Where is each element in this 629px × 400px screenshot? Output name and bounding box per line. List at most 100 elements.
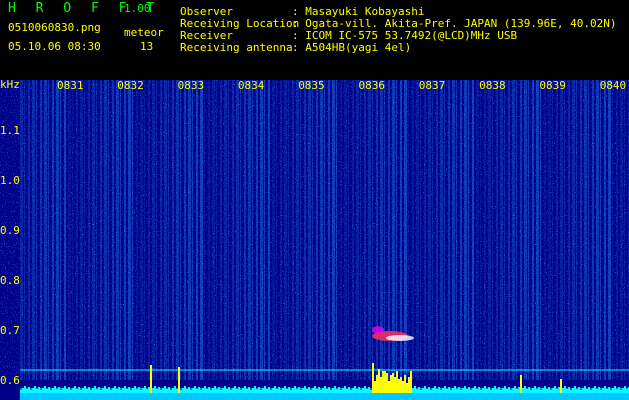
level-bar <box>448 387 450 393</box>
level-bar <box>228 387 230 393</box>
level-bar <box>298 387 300 393</box>
level-bar <box>204 386 206 393</box>
level-bar <box>506 389 508 393</box>
level-bar <box>606 389 608 393</box>
freq-tick-label: 0.7 <box>0 324 20 337</box>
level-bar <box>610 390 612 393</box>
level-bar <box>188 387 190 393</box>
level-bar <box>560 379 562 393</box>
level-bar <box>320 390 322 393</box>
level-bar <box>182 388 184 393</box>
level-bar <box>492 388 494 393</box>
level-bar <box>616 389 618 393</box>
level-bar <box>250 390 252 393</box>
level-bar <box>50 390 52 393</box>
level-bar <box>502 388 504 393</box>
level-bar <box>308 387 310 393</box>
level-bar <box>528 387 530 393</box>
level-bar <box>324 386 326 393</box>
level-bar <box>178 367 180 393</box>
time-tick-label: 0834 <box>238 80 265 92</box>
level-bar <box>338 387 340 393</box>
level-bar <box>402 381 404 393</box>
level-bar <box>362 388 364 393</box>
level-bar <box>40 390 42 393</box>
level-bar <box>172 388 174 393</box>
level-bar <box>414 386 416 393</box>
level-bar <box>214 386 216 393</box>
noise-layer <box>0 80 629 380</box>
level-bar <box>280 390 282 393</box>
level-bar <box>194 386 196 393</box>
level-bar <box>300 390 302 393</box>
level-bar <box>86 389 88 393</box>
level-bar <box>350 390 352 393</box>
level-bar <box>252 388 254 393</box>
level-bar <box>542 388 544 393</box>
level-bar <box>344 386 346 393</box>
level-bar <box>34 386 36 393</box>
level-bar <box>368 387 370 393</box>
level-bar <box>618 387 620 393</box>
level-bar <box>168 387 170 393</box>
level-bar <box>264 386 266 393</box>
level-bar <box>570 390 572 393</box>
level-bar <box>510 390 512 393</box>
level-bar <box>150 365 152 393</box>
level-bar <box>268 387 270 393</box>
level-bar <box>56 389 58 393</box>
level-bar <box>30 390 32 393</box>
level-bar <box>526 389 528 393</box>
level-bar <box>208 387 210 393</box>
freq-tick-label: 0.6 <box>0 374 20 387</box>
level-bar <box>388 381 390 393</box>
level-bar <box>322 388 324 393</box>
level-bar <box>326 389 328 393</box>
file-name: 0510060830.png <box>8 21 101 34</box>
level-bar <box>496 389 498 393</box>
level-bar <box>22 388 24 393</box>
level-bar <box>480 390 482 393</box>
level-bar <box>88 387 90 393</box>
level-bar <box>292 388 294 393</box>
level-bar <box>418 387 420 393</box>
level-bar <box>148 387 150 393</box>
level-bar <box>536 389 538 393</box>
level-bar <box>592 388 594 393</box>
level-bar <box>382 371 384 393</box>
freq-tick-label: 1.0 <box>0 174 20 187</box>
level-bar <box>144 386 146 393</box>
level-bar <box>236 389 238 393</box>
level-bar <box>260 390 262 393</box>
level-bar <box>576 389 578 393</box>
app-version: 1.00 <box>124 2 151 15</box>
level-bar <box>336 389 338 393</box>
level-bar <box>396 371 398 393</box>
level-bar <box>206 389 208 393</box>
level-bar <box>348 387 350 393</box>
level-bar <box>434 386 436 393</box>
level-bar <box>20 390 22 393</box>
level-bar <box>266 389 268 393</box>
level-bar <box>530 390 532 393</box>
level-bar <box>554 386 556 393</box>
level-bar <box>406 383 408 393</box>
level-bar <box>220 390 222 393</box>
level-bar <box>218 387 220 393</box>
level-bar <box>620 390 622 393</box>
level-bar <box>246 389 248 393</box>
level-bar <box>94 386 96 393</box>
level-bar <box>574 386 576 393</box>
level-bar <box>254 386 256 393</box>
level-bar <box>488 387 490 393</box>
level-bar <box>222 388 224 393</box>
level-bar <box>452 388 454 393</box>
level-bar <box>184 386 186 393</box>
level-bar <box>356 389 358 393</box>
level-bar <box>354 386 356 393</box>
freq-tick-label: 1.1 <box>0 124 20 137</box>
level-bar <box>146 389 148 393</box>
level-bar <box>76 389 78 393</box>
level-bar <box>444 386 446 393</box>
level-bar <box>270 390 272 393</box>
